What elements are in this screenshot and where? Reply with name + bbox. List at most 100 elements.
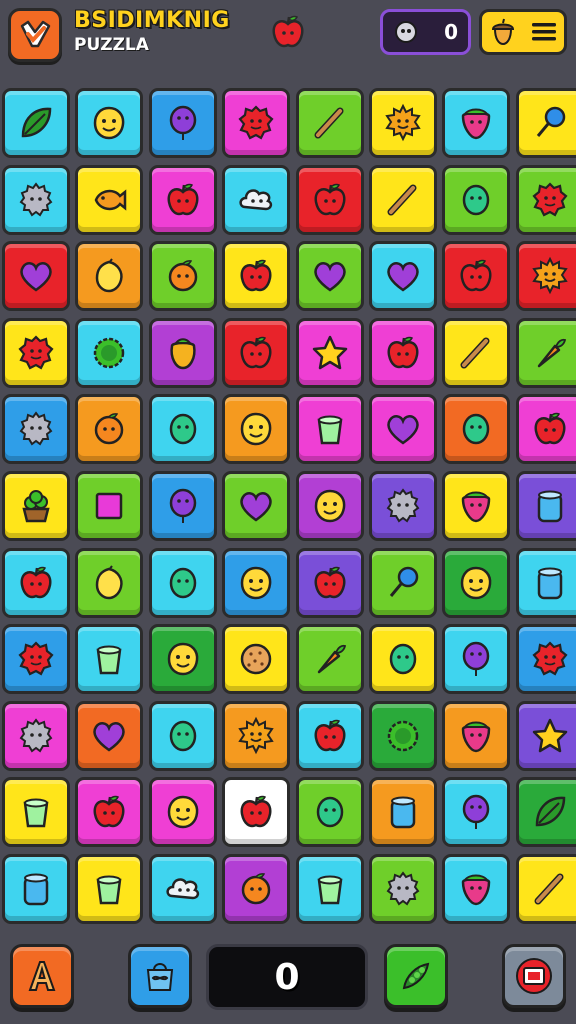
tile-cup[interactable]	[295, 394, 364, 465]
tile-orange[interactable]	[148, 241, 217, 312]
tile-apple[interactable]	[515, 394, 576, 465]
tile-heart[interactable]	[2, 241, 70, 312]
tile-stick[interactable]	[442, 317, 511, 388]
tile-apple[interactable]	[148, 164, 217, 235]
tile-face[interactable]	[148, 624, 217, 695]
tile-blob[interactable]	[515, 164, 576, 235]
tile-egg[interactable]	[442, 164, 511, 235]
tile-apple[interactable]	[222, 777, 291, 848]
egg-icon	[169, 567, 197, 598]
tile-leaf[interactable]	[515, 777, 576, 848]
pea-pod-button[interactable]	[384, 944, 448, 1008]
tile-balloon[interactable]	[442, 777, 511, 848]
tile-jar[interactable]	[369, 777, 437, 848]
tile-egg[interactable]	[369, 624, 437, 695]
tile-jar[interactable]	[515, 471, 576, 541]
tile-face[interactable]	[222, 394, 291, 465]
tile-cup[interactable]	[75, 854, 144, 924]
tile-egg[interactable]	[148, 394, 217, 465]
tile-blob[interactable]	[2, 624, 70, 695]
tile-orange[interactable]	[222, 854, 291, 924]
tile-cookie[interactable]	[222, 624, 291, 695]
tile-fish[interactable]	[75, 164, 144, 235]
tile-cloud[interactable]	[222, 164, 291, 235]
gift-bag-button[interactable]	[128, 944, 192, 1008]
tile-gear[interactable]	[2, 164, 70, 235]
tile-apple[interactable]	[295, 547, 364, 618]
tile-star[interactable]	[295, 317, 364, 388]
tile-strawberry[interactable]	[442, 700, 511, 771]
tile-sun[interactable]	[369, 88, 437, 158]
tile-cup[interactable]	[75, 624, 144, 695]
tile-cup[interactable]	[2, 777, 70, 848]
tile-egg[interactable]	[442, 394, 511, 465]
tile-apple[interactable]	[2, 547, 70, 618]
tile-stick[interactable]	[295, 88, 364, 158]
tile-lollipop[interactable]	[515, 88, 576, 158]
tile-strawberry[interactable]	[442, 88, 511, 158]
moves-counter: 0	[380, 9, 471, 55]
gear-icon	[19, 181, 53, 217]
tile-bush[interactable]	[75, 317, 144, 388]
tile-apple[interactable]	[442, 241, 511, 312]
tile-face[interactable]	[442, 547, 511, 618]
tile-heart[interactable]	[222, 471, 291, 541]
tile-square[interactable]	[75, 471, 144, 541]
tile-gear[interactable]	[369, 471, 437, 541]
tile-stick[interactable]	[369, 164, 437, 235]
face-icon	[167, 796, 199, 829]
tile-apple[interactable]	[75, 777, 144, 848]
tile-heart[interactable]	[75, 700, 144, 771]
tile-leaf[interactable]	[2, 88, 70, 158]
tile-star[interactable]	[515, 700, 576, 771]
tile-balloon[interactable]	[148, 88, 217, 158]
tile-apple[interactable]	[369, 317, 437, 388]
tile-heart[interactable]	[295, 241, 364, 312]
heart-icon	[93, 721, 126, 752]
tile-carrot[interactable]	[295, 624, 364, 695]
tile-sun[interactable]	[515, 241, 576, 312]
tile-bush[interactable]	[369, 700, 437, 771]
tile-heart[interactable]	[369, 241, 437, 312]
tile-blob[interactable]	[2, 317, 70, 388]
tile-face[interactable]	[148, 777, 217, 848]
tile-cloud[interactable]	[148, 854, 217, 924]
tile-lemon[interactable]	[75, 547, 144, 618]
tile-apple[interactable]	[222, 241, 291, 312]
tile-lemon[interactable]	[75, 241, 144, 312]
tile-gear[interactable]	[369, 854, 437, 924]
tile-heart[interactable]	[369, 394, 437, 465]
tile-apple[interactable]	[295, 164, 364, 235]
tile-carrot[interactable]	[515, 317, 576, 388]
tile-lollipop[interactable]	[369, 547, 437, 618]
tile-cup[interactable]	[295, 854, 364, 924]
tile-face[interactable]	[295, 471, 364, 541]
tile-balloon[interactable]	[442, 624, 511, 695]
tile-face[interactable]	[75, 88, 144, 158]
tile-egg[interactable]	[295, 777, 364, 848]
letter-a-button[interactable]	[10, 944, 74, 1008]
tile-jar[interactable]	[515, 547, 576, 618]
tile-apple[interactable]	[295, 700, 364, 771]
tile-strawberry[interactable]	[442, 854, 511, 924]
menu-button[interactable]	[479, 9, 567, 55]
tile-balloon[interactable]	[148, 471, 217, 541]
tile-gear[interactable]	[2, 700, 70, 771]
tile-blob[interactable]	[515, 624, 576, 695]
tile-stick[interactable]	[515, 854, 576, 924]
tile-face[interactable]	[222, 547, 291, 618]
tile-pepper[interactable]	[148, 317, 217, 388]
tile-sun[interactable]	[222, 700, 291, 771]
tile-orange[interactable]	[75, 394, 144, 465]
tile-jar[interactable]	[2, 854, 70, 924]
logo-button[interactable]	[8, 8, 62, 62]
tile-pot[interactable]	[2, 471, 70, 541]
stick-icon	[387, 184, 417, 216]
exit-button[interactable]	[502, 944, 566, 1008]
tile-egg[interactable]	[148, 547, 217, 618]
tile-egg[interactable]	[148, 700, 217, 771]
tile-blob[interactable]	[222, 88, 291, 158]
tile-gear[interactable]	[2, 394, 70, 465]
tile-strawberry[interactable]	[442, 471, 511, 541]
tile-apple[interactable]	[222, 317, 291, 388]
